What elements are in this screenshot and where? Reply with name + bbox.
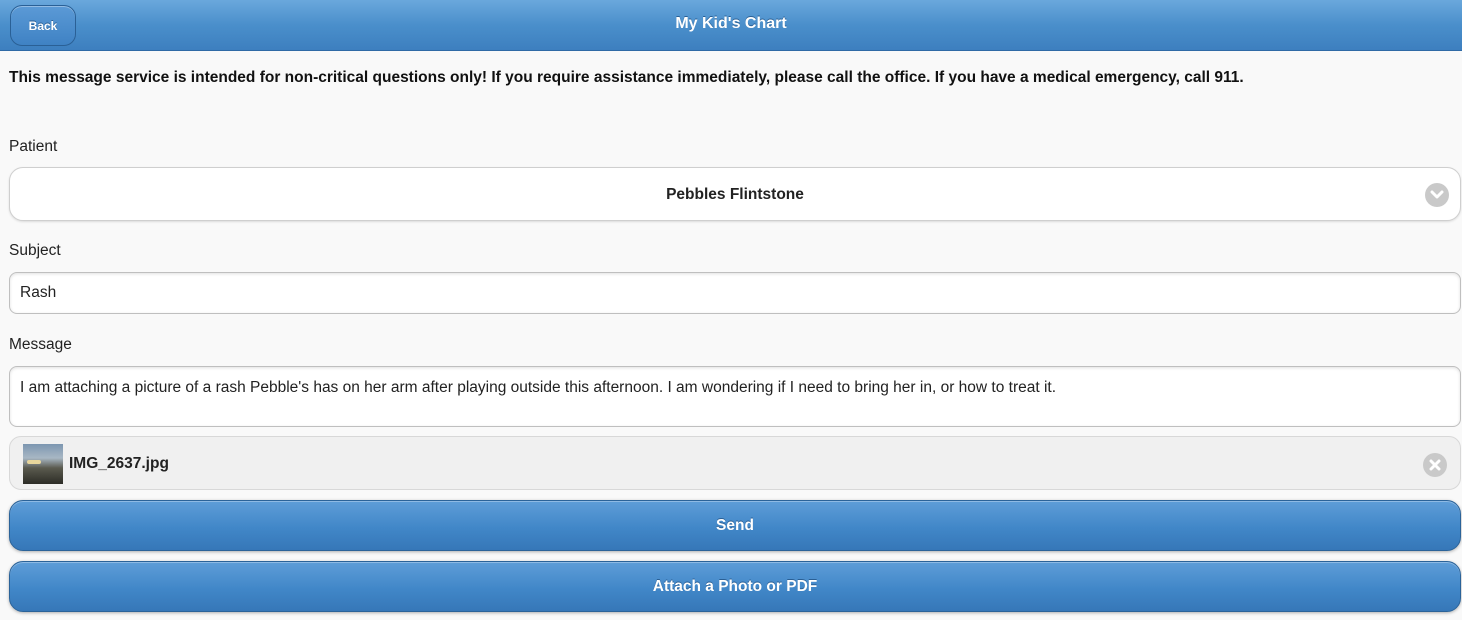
page-title: My Kid's Chart [675, 15, 787, 32]
message-textarea[interactable]: I am attaching a picture of a rash Pebbl… [9, 366, 1461, 427]
patient-select[interactable]: Pebbles Flintstone [9, 167, 1461, 221]
subject-input[interactable]: Rash [9, 272, 1461, 314]
attachment-thumbnail [23, 444, 63, 484]
patient-selected-value: Pebbles Flintstone [666, 186, 804, 203]
attachment-file-name: IMG_2637.jpg [69, 455, 169, 472]
send-button[interactable]: Send [9, 500, 1461, 551]
chevron-down-icon [1425, 183, 1449, 207]
header-bar: Back My Kid's Chart [0, 0, 1462, 51]
close-icon[interactable] [1423, 453, 1447, 477]
message-label: Message [9, 336, 72, 353]
patient-label: Patient [9, 138, 58, 155]
attach-photo-button[interactable]: Attach a Photo or PDF [9, 561, 1461, 612]
attachment-item: IMG_2637.jpg [9, 436, 1461, 490]
disclaimer-notice: This message service is intended for non… [9, 69, 1244, 86]
subject-label: Subject [9, 242, 61, 259]
